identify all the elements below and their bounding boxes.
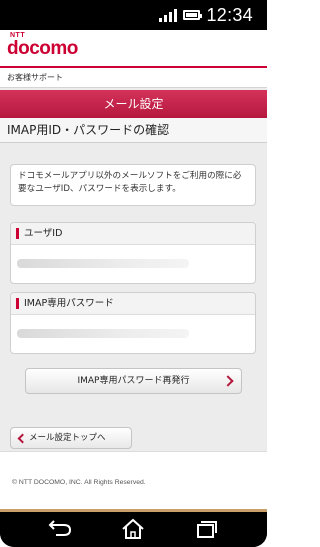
signal-icon [159, 8, 178, 22]
recent-apps-icon[interactable] [186, 517, 226, 541]
web-page: NTT docomo お客様サポート メール設定 IMAP用ID・パスワードの確… [0, 30, 267, 512]
android-nav-bar [0, 512, 267, 547]
logo-brand-text: docomo [7, 38, 78, 59]
status-icons: 12:34 [159, 5, 253, 25]
info-text: ドコモメールアプリ以外のメールソフトをご利用の際に必要なユーザID、パスワードを… [18, 171, 242, 194]
user-id-marker [16, 228, 19, 239]
imap-password-marker [16, 298, 19, 309]
reissue-password-label: IMAP専用パスワード再発行 [77, 376, 190, 386]
breadcrumb[interactable]: お客様サポート [0, 68, 267, 88]
imap-password-redacted [17, 329, 189, 338]
imap-password-panel: IMAP専用パスワード [10, 292, 256, 354]
reissue-password-button[interactable]: IMAP専用パスワード再発行 [25, 368, 242, 394]
user-id-panel: ユーザID [10, 222, 256, 284]
section-title: IMAP用ID・パスワードの確認 [0, 118, 267, 143]
site-header: NTT docomo [0, 30, 267, 66]
phone-device: 12:34 NTT docomo お客様サポート メール設定 IMAP用ID・パ… [0, 0, 267, 547]
page-title: メール設定 [0, 90, 267, 118]
chevron-left-icon [17, 433, 28, 444]
status-bar: 12:34 [0, 0, 267, 30]
imap-password-value [11, 315, 255, 353]
back-to-mail-settings-label: メール設定トップへ [29, 433, 106, 443]
info-box: ドコモメールアプリ以外のメールソフトをご利用の際に必要なユーザID、パスワードを… [10, 164, 256, 206]
chevron-right-icon [222, 375, 234, 387]
site-footer: © NTT DOCOMO, INC. All Rights Reserved. [0, 451, 267, 512]
user-id-value [11, 245, 255, 283]
user-id-header: ユーザID [11, 223, 255, 245]
battery-icon [183, 10, 203, 20]
user-id-redacted [17, 259, 189, 268]
imap-password-header: IMAP専用パスワード [11, 293, 255, 315]
back-icon[interactable] [40, 517, 80, 541]
home-icon[interactable] [113, 517, 153, 541]
back-to-mail-settings-button[interactable]: メール設定トップへ [10, 427, 132, 449]
docomo-logo[interactable]: NTT docomo [7, 32, 78, 59]
copyright-text: © NTT DOCOMO, INC. All Rights Reserved. [12, 479, 146, 486]
user-id-label: ユーザID [24, 228, 63, 239]
status-clock: 12:34 [206, 4, 253, 25]
imap-password-label: IMAP専用パスワード [24, 298, 114, 309]
